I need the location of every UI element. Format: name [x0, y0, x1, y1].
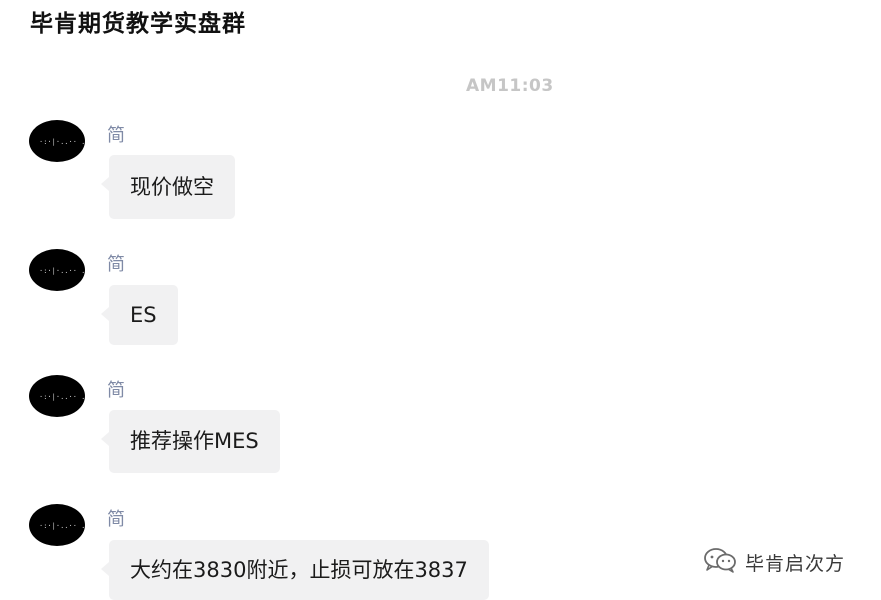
message-bubble[interactable]: ES: [101, 285, 178, 345]
avatar[interactable]: ·:·|·..·· .: [29, 120, 85, 162]
message-bubble[interactable]: 现价做空: [101, 155, 235, 219]
sender-name: 简: [107, 380, 125, 401]
avatar-pattern: ·:·|·..·· .: [39, 138, 85, 146]
message-bubble[interactable]: 大约在3830附近，止损可放在3837: [101, 540, 489, 600]
avatar[interactable]: ·:·|·..·· .: [29, 375, 85, 417]
avatar[interactable]: ·:·|·..·· .: [29, 249, 85, 291]
watermark: 毕肯启次方: [703, 547, 845, 577]
chat-title: 毕肯期货教学实盘群: [30, 11, 246, 37]
avatar-pattern: ·:·|·..·· .: [39, 267, 85, 275]
avatar-pattern: ·:·|·..·· .: [39, 522, 85, 530]
message-bubble[interactable]: 推荐操作MES: [101, 410, 280, 473]
sender-name: 简: [107, 509, 125, 530]
wechat-official-account-icon: [703, 547, 737, 577]
sender-name: 简: [107, 254, 125, 275]
avatar[interactable]: ·:·|·..·· .: [29, 504, 85, 546]
message-timestamp: AM11:03: [466, 76, 554, 96]
avatar-pattern: ·:·|·..·· .: [39, 393, 85, 401]
watermark-text: 毕肯启次方: [745, 552, 846, 575]
sender-name: 简: [107, 125, 125, 146]
